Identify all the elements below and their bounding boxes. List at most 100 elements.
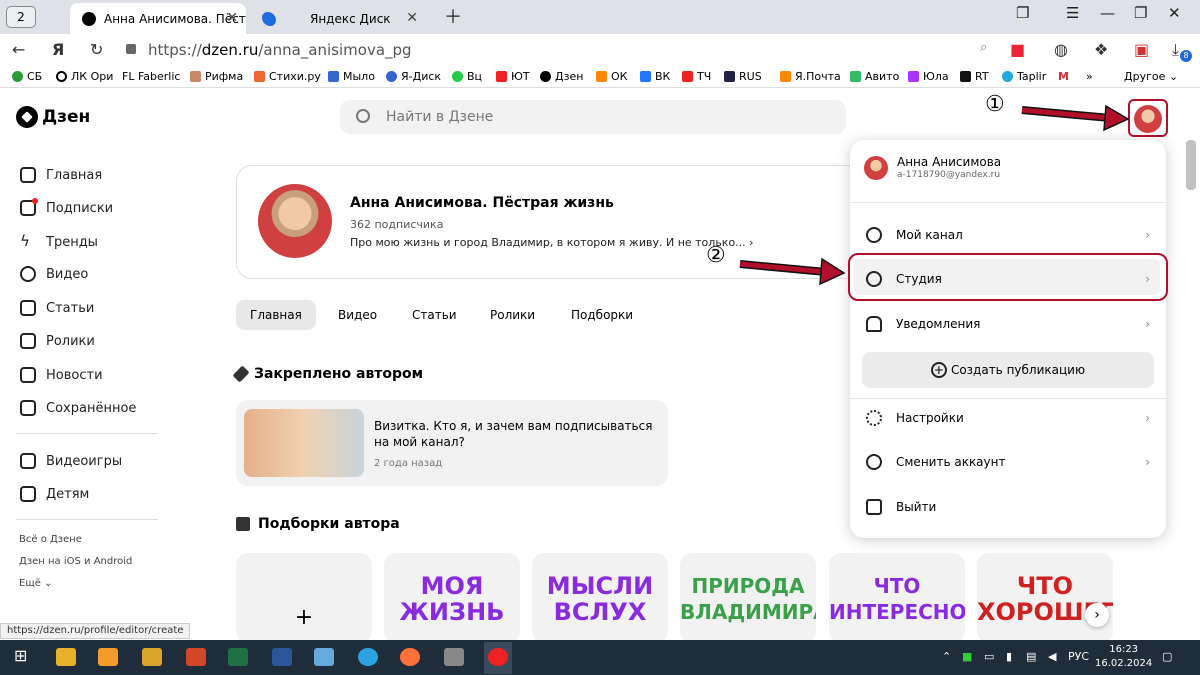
pinned-thumbnail[interactable] xyxy=(244,409,364,477)
bookmark-item[interactable]: Юла xyxy=(908,70,949,83)
create-publication-button[interactable]: + Создать публикацию xyxy=(862,352,1154,388)
dzen-logo[interactable]: Дзен xyxy=(16,106,90,128)
bookmark-item[interactable]: Я.Почта xyxy=(780,70,841,83)
menu-item-notifications[interactable]: Уведомления › xyxy=(866,316,1156,332)
bookmark-item[interactable]: FL Faberlic xyxy=(122,70,180,83)
volume-icon[interactable]: ◀ xyxy=(1048,650,1056,663)
explorer-icon[interactable] xyxy=(56,648,76,666)
tab-dzen[interactable]: Анна Анисимова. Пёст ✕ xyxy=(70,3,246,34)
word-icon[interactable] xyxy=(272,648,292,666)
sidebar-item-kids[interactable]: Детям xyxy=(20,486,89,502)
scrollbar[interactable] xyxy=(1186,140,1196,190)
tray-chevron-icon[interactable]: ⌃ xyxy=(942,650,951,663)
apps-link[interactable]: Дзен на iOS и Android xyxy=(19,556,132,567)
close-icon[interactable]: ✕ xyxy=(226,10,238,26)
sidebar-item-trends[interactable]: ϟ Тренды xyxy=(20,234,98,250)
windows-start-icon[interactable]: ⊞ xyxy=(14,646,34,665)
bookmark-item[interactable]: Мыло xyxy=(328,70,375,83)
bookmark-item[interactable]: ЛК Ори xyxy=(56,70,113,83)
bookmark-item[interactable]: Дзен xyxy=(540,70,583,83)
menu-item-studio[interactable]: Студия › xyxy=(866,271,1156,287)
new-tab-icon[interactable]: ＋ xyxy=(444,3,462,29)
language-indicator[interactable]: РУС xyxy=(1068,650,1089,663)
bookmark-item[interactable]: Авито xyxy=(850,70,899,83)
notes-icon[interactable] xyxy=(314,648,334,666)
back-icon[interactable]: ← xyxy=(12,40,25,59)
battery-icon[interactable]: ▮ xyxy=(1006,650,1012,663)
display-icon[interactable]: ▭ xyxy=(984,650,994,663)
next-arrow-button[interactable]: › xyxy=(1085,603,1109,627)
key-icon[interactable]: ⌕ xyxy=(980,40,987,55)
menu-item-settings[interactable]: Настройки › xyxy=(866,410,1156,426)
menu-item-switch-account[interactable]: Сменить аккаунт › xyxy=(866,454,1156,470)
bookmark-item[interactable]: RT xyxy=(960,70,989,83)
tab-main[interactable]: Главная xyxy=(236,300,316,330)
bookmark-item[interactable]: ОК xyxy=(596,70,627,83)
close-icon[interactable]: ✕ xyxy=(406,10,418,26)
reload-icon[interactable]: ↻ xyxy=(90,40,103,59)
bookmark-item[interactable]: СБ xyxy=(12,70,42,83)
tab-count-button[interactable]: 2 xyxy=(6,6,36,28)
globe-icon[interactable]: ◍ xyxy=(1054,40,1068,59)
app-icon[interactable] xyxy=(142,648,162,666)
sidebar-item-shorts[interactable]: Ролики xyxy=(20,333,95,349)
collection-card[interactable]: ЧТО ИНТЕРЕСНОГО xyxy=(829,553,965,643)
url-field[interactable]: https://dzen.ru/anna_anisimova_pg xyxy=(124,38,984,62)
add-collection-button[interactable]: + xyxy=(236,553,372,643)
extension-icon[interactable]: ❖ xyxy=(1094,40,1108,59)
more-bookmarks-icon[interactable]: » xyxy=(1086,70,1093,83)
channel-title[interactable]: Анна Анисимова. Пёстрая жизнь xyxy=(350,195,614,211)
pinned-title[interactable]: Визитка. Кто я, и зачем вам подписыватьс… xyxy=(374,418,654,450)
tab-disk[interactable]: Яндекс Диск ✕ xyxy=(250,3,426,34)
excel-icon[interactable] xyxy=(228,648,248,666)
powerpoint-icon[interactable] xyxy=(186,648,206,666)
download-icon[interactable]: ⤓ xyxy=(1172,40,1179,60)
media-icon[interactable] xyxy=(98,648,118,666)
bookmark-item[interactable]: ЮТ xyxy=(496,70,530,83)
network-icon[interactable]: ▤ xyxy=(1026,650,1036,663)
minimize-icon[interactable]: — xyxy=(1100,4,1115,22)
bookmark-item[interactable]: Taplir xyxy=(1002,70,1046,83)
restore-icon[interactable]: ❐ xyxy=(1134,4,1147,22)
channel-description[interactable]: Про мою жизнь и город Владимир, в которо… xyxy=(350,236,754,249)
tab-shorts[interactable]: Ролики xyxy=(476,300,549,330)
sidebar-item-saved[interactable]: Сохранённое xyxy=(20,400,136,416)
shield-icon[interactable]: ■ xyxy=(962,650,972,663)
pdf-icon[interactable]: ▣ xyxy=(1134,40,1149,59)
channel-avatar[interactable] xyxy=(258,184,332,258)
more-link[interactable]: Ещё ⌄ xyxy=(19,578,52,589)
notifications-icon[interactable]: ▢ xyxy=(1162,650,1172,663)
gmail-bookmark[interactable]: M xyxy=(1058,70,1069,83)
bookmark-icon[interactable]: ■ xyxy=(1010,40,1025,59)
tab-articles[interactable]: Статьи xyxy=(398,300,471,330)
sidebar-item-video[interactable]: Видео xyxy=(20,266,88,282)
other-bookmarks[interactable]: Другое ⌄ xyxy=(1124,70,1178,83)
tab-video[interactable]: Видео xyxy=(324,300,391,330)
bookmark-item[interactable]: RUS xyxy=(724,70,762,83)
bookmark-item[interactable]: ТЧ xyxy=(682,70,711,83)
tab-collections[interactable]: Подборки xyxy=(557,300,647,330)
tabs-icon[interactable]: ❐ xyxy=(1016,4,1029,22)
bookmark-item[interactable]: Стихи.ру xyxy=(254,70,321,83)
bookmark-item[interactable]: Вц xyxy=(452,70,482,83)
search-input[interactable]: Найти в Дзене xyxy=(340,100,846,134)
bookmark-item[interactable]: ВК xyxy=(640,70,670,83)
yandex-icon[interactable]: Я xyxy=(52,40,64,59)
bookmark-item[interactable]: Рифма xyxy=(190,70,243,83)
menu-item-logout[interactable]: Выйти xyxy=(866,499,1156,515)
sidebar-item-home[interactable]: Главная xyxy=(20,167,102,183)
about-link[interactable]: Всё о Дзене xyxy=(19,534,82,545)
bookmark-item[interactable]: Я-Диск xyxy=(386,70,441,83)
collection-card[interactable]: ЧТО ХОРОШЕГО xyxy=(977,553,1113,643)
hamburger-icon[interactable]: ☰ xyxy=(1066,4,1079,22)
telegram-icon[interactable] xyxy=(358,648,378,666)
sidebar-item-games[interactable]: Видеоигры xyxy=(20,453,122,469)
collection-card[interactable]: ПРИРОДА ВЛАДИМИРА xyxy=(680,553,816,643)
sidebar-item-articles[interactable]: Статьи xyxy=(20,300,94,316)
window-close-icon[interactable]: ✕ xyxy=(1168,4,1181,22)
menu-item-my-channel[interactable]: Мой канал › xyxy=(866,227,1156,243)
collection-card[interactable]: МОЯ ЖИЗНЬ xyxy=(384,553,520,643)
sidebar-item-news[interactable]: Новости xyxy=(20,367,103,383)
clock[interactable]: 16:23 16.02.2024 xyxy=(1095,643,1152,671)
profile-avatar-button[interactable] xyxy=(1128,99,1168,137)
